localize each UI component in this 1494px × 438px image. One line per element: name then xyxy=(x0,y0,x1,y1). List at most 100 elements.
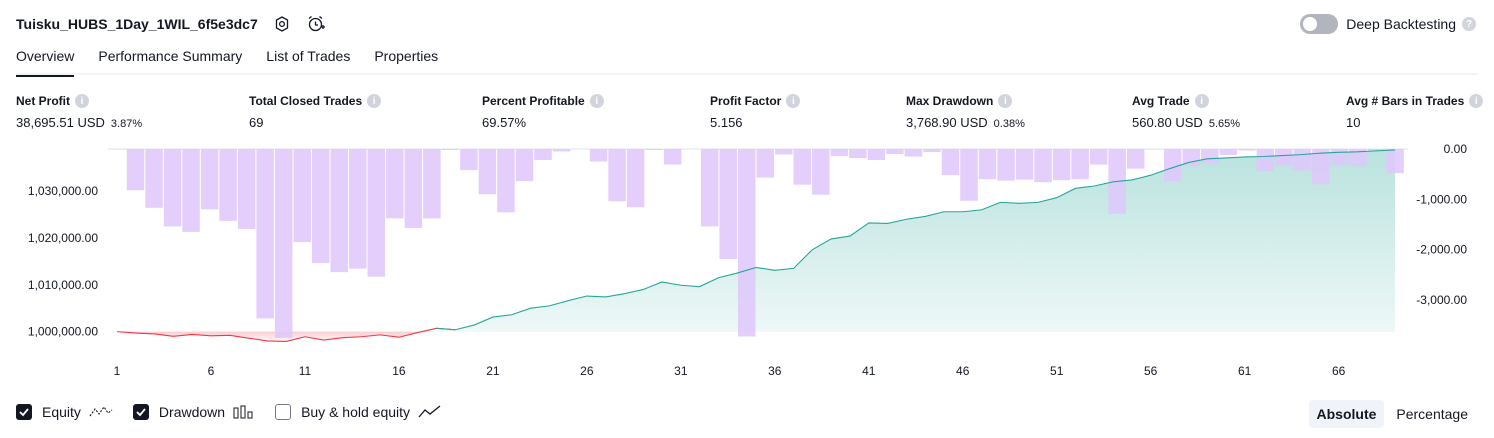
absolute-button[interactable]: Absolute xyxy=(1308,400,1385,428)
left-axis-tick-label: 1,020,000.00 xyxy=(28,231,98,245)
drawdown-bar xyxy=(1145,149,1163,150)
drawdown-bar xyxy=(775,149,793,155)
drawdown-bar xyxy=(663,149,682,165)
metric-profit-factor: Profit Factor i 5.156 xyxy=(710,93,801,130)
drawdown-bar xyxy=(1293,149,1312,171)
x-axis-tick-label: 66 xyxy=(1332,364,1346,378)
info-icon[interactable]: i xyxy=(367,94,382,108)
legend-equity[interactable]: Equity xyxy=(16,404,113,420)
metric-label: Percent Profitable xyxy=(482,94,585,108)
right-axis-tick-label: -2,000.00 xyxy=(1416,243,1467,257)
info-icon[interactable]: i xyxy=(998,94,1013,108)
drawdown-bar xyxy=(997,149,1015,181)
x-axis-tick-label: 51 xyxy=(1050,364,1064,378)
drawdown-bar xyxy=(182,149,200,232)
drawdown-bar xyxy=(108,149,126,150)
help-icon[interactable]: ? xyxy=(1462,17,1476,31)
drawdown-bar xyxy=(460,149,478,171)
drawdown-bar xyxy=(145,149,163,208)
deep-backtesting: Deep Backtesting ? xyxy=(1300,14,1476,34)
tab-list-of-trades[interactable]: List of Trades xyxy=(266,48,350,74)
x-axis-tick-label: 11 xyxy=(299,364,312,378)
tab-properties[interactable]: Properties xyxy=(374,48,438,74)
drawdown-bar xyxy=(589,149,608,162)
x-axis-tick-label: 31 xyxy=(674,364,688,378)
drawdown-bar xyxy=(719,149,737,260)
equity-drawdown-chart[interactable]: 1,030,000.00 1,020,000.00 1,010,000.00 1,00… xyxy=(0,140,1494,380)
drawdown-bar xyxy=(126,149,145,191)
drawdown-bar xyxy=(349,149,367,269)
drawdown-bar xyxy=(904,149,923,157)
metric-value: 560.80 USD xyxy=(1132,115,1203,130)
value-mode-switch: Absolute Percentage xyxy=(1305,400,1477,428)
drawdown-bar xyxy=(274,149,293,338)
metric-label: Avg Trade xyxy=(1132,94,1190,108)
strategy-title: Tuisku_HUBS_1Day_1WIL_6f5e3dc7 xyxy=(16,16,258,32)
drawdown-bar xyxy=(1386,149,1404,174)
equity-checkbox[interactable] xyxy=(16,404,32,420)
drawdown-bar xyxy=(849,149,867,159)
deep-backtesting-label: Deep Backtesting xyxy=(1346,16,1456,32)
drawdown-bar xyxy=(386,149,404,219)
metric-avg-bars: Avg # Bars in Trades i 10 xyxy=(1346,93,1484,130)
left-axis-tick-label: 1,000,000.00 xyxy=(28,325,98,339)
metric-value: 69.57% xyxy=(482,115,527,130)
drawdown-bar xyxy=(497,149,515,213)
x-axis-tick-label: 36 xyxy=(768,364,782,378)
x-axis-tick-label: 6 xyxy=(208,364,215,378)
drawdown-bar xyxy=(478,149,497,195)
legend-buy-hold[interactable]: Buy & hold equity xyxy=(275,404,442,420)
drawdown-bar xyxy=(886,149,904,155)
drawdown-bar xyxy=(700,149,719,227)
metric-percent-profitable: Percent Profitable i 69.57% xyxy=(482,93,604,130)
metric-label: Profit Factor xyxy=(710,94,782,108)
drawdown-checkbox[interactable] xyxy=(132,404,149,420)
drawdown-bar xyxy=(1312,149,1330,185)
drawdown-bar xyxy=(923,149,941,153)
alarm-add-icon xyxy=(308,15,325,32)
metric-percent: 5.65% xyxy=(1208,118,1241,130)
drawdown-bar xyxy=(756,149,775,178)
right-axis-tick-label: -1,000.00 xyxy=(1416,192,1467,206)
drawdown-bar xyxy=(256,149,274,319)
drawdown-bar xyxy=(737,149,756,337)
deep-backtesting-toggle[interactable] xyxy=(1300,14,1339,34)
metric-percent: 0.38% xyxy=(993,118,1025,130)
strategy-header: Tuisku_HUBS_1Day_1WIL_6f5e3dc7 xyxy=(16,12,326,36)
info-icon[interactable]: i xyxy=(1469,94,1484,108)
info-icon[interactable]: i xyxy=(75,94,89,108)
bar-chart-icon xyxy=(233,404,255,420)
drawdown-bar xyxy=(441,149,460,151)
add-alert-button[interactable] xyxy=(306,14,326,34)
info-icon[interactable]: i xyxy=(1194,94,1209,108)
percentage-button[interactable]: Percentage xyxy=(1388,400,1476,428)
metric-total-closed-trades: Total Closed Trades i 69 xyxy=(249,93,382,130)
x-axis-tick-label: 21 xyxy=(486,364,500,378)
drawdown-bar xyxy=(293,149,311,242)
chart-legend: Equity Drawdown Buy & hold equity xyxy=(16,404,462,420)
drawdown-bar xyxy=(219,149,237,221)
metric-net-profit: Net Profit i 38,695.51 USD 3.87% xyxy=(16,93,142,130)
drawdown-bar xyxy=(608,149,626,202)
settings-icon[interactable] xyxy=(272,14,292,34)
drawdown-bar xyxy=(830,149,849,157)
x-axis-tick-label: 56 xyxy=(1144,364,1158,378)
metric-value: 3,768.90 USD xyxy=(906,115,988,130)
equity-area xyxy=(436,149,1395,332)
drawdown-bar xyxy=(423,149,441,219)
drawdown-bar xyxy=(1089,149,1108,165)
tab-performance-summary[interactable]: Performance Summary xyxy=(98,48,242,74)
x-axis-tick-label: 61 xyxy=(1238,364,1252,378)
drawdown-bar xyxy=(645,149,663,151)
drawdown-bar xyxy=(1238,149,1256,151)
metric-value: 5.156 xyxy=(710,115,743,130)
info-icon[interactable]: i xyxy=(589,94,604,108)
info-icon[interactable]: i xyxy=(786,94,801,108)
drawdown-bar xyxy=(552,149,571,152)
drawdown-bar xyxy=(1219,149,1238,156)
legend-drawdown[interactable]: Drawdown xyxy=(132,404,255,420)
drawdown-bar xyxy=(1201,149,1219,164)
drawdown-bar xyxy=(793,149,812,185)
x-axis-tick-label: 1 xyxy=(114,364,121,378)
buy-hold-checkbox[interactable] xyxy=(275,404,292,420)
